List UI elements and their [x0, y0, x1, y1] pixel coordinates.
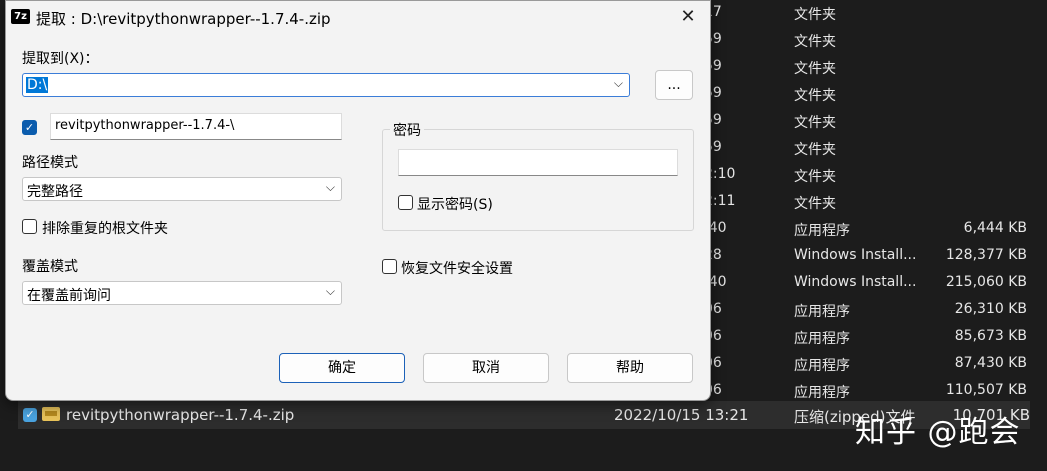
row-checkbox[interactable]: ✓	[23, 408, 37, 422]
chevron-down-icon: ⌵	[325, 180, 335, 194]
list-item-type: 文件夹	[794, 88, 836, 104]
list-item-size: 215,060 KB	[945, 274, 1027, 290]
list-item-size: 110,507 KB	[945, 382, 1027, 398]
list-item-type: 应用程序	[794, 223, 850, 239]
path-mode-select[interactable]: 完整路径 ⌵	[22, 177, 342, 201]
file-date: 2022/10/15 13:21	[614, 406, 749, 424]
chevron-down-icon: ⌵	[613, 76, 623, 90]
list-item-size: 128,377 KB	[945, 247, 1027, 263]
browse-button[interactable]: ...	[655, 70, 693, 100]
7zip-app-icon: 7z	[11, 9, 30, 24]
extract-to-label: 提取到(X)：	[22, 51, 99, 67]
chevron-down-icon: ⌵	[325, 284, 335, 298]
show-password-label: 显示密码(S)	[417, 197, 493, 213]
extract-to-combo[interactable]: D:\ ⌵	[22, 73, 630, 97]
overwrite-mode-select[interactable]: 在覆盖前询问 ⌵	[22, 281, 342, 305]
list-item-type: 文件夹	[794, 34, 836, 50]
cancel-button[interactable]: 取消	[423, 353, 549, 383]
extract-dialog: 7z 提取 : D:\revitpythonwrapper--1.7.4-.zi…	[5, 0, 711, 401]
list-item-type: 文件夹	[794, 169, 836, 185]
list-item-type: 应用程序	[794, 358, 850, 374]
path-mode-value: 完整路径	[27, 184, 83, 200]
folder-name-value: revitpythonwrapper--1.7.4-\	[55, 118, 235, 133]
list-item-type: Windows Install...	[794, 274, 917, 290]
folder-name-input[interactable]: revitpythonwrapper--1.7.4-\	[50, 113, 342, 140]
ok-button[interactable]: 确定	[279, 353, 405, 383]
exclude-root-label: 排除重复的根文件夹	[42, 221, 168, 237]
exclude-root-checkbox[interactable]	[22, 219, 37, 234]
list-item-type: 文件夹	[794, 196, 836, 212]
close-icon[interactable]: ✕	[666, 1, 710, 33]
password-group	[382, 129, 694, 231]
overwrite-mode-label: 覆盖模式	[22, 259, 78, 275]
list-item-type: 应用程序	[794, 304, 850, 320]
list-item-size: 6,444 KB	[963, 220, 1027, 236]
list-item-type: 文件夹	[794, 61, 836, 77]
list-item-type: Windows Install...	[794, 247, 917, 263]
help-button[interactable]: 帮助	[567, 353, 693, 383]
restore-security-checkbox[interactable]	[382, 259, 397, 274]
list-item-type: 应用程序	[794, 385, 850, 401]
list-item-size: 85,673 KB	[954, 328, 1027, 344]
folder-name-checkbox[interactable]: ✓	[22, 120, 37, 135]
extract-to-value: D:\	[26, 77, 49, 93]
restore-security-label: 恢复文件安全设置	[401, 261, 513, 277]
dialog-title: 提取 : D:\revitpythonwrapper--1.7.4-.zip	[36, 10, 331, 28]
list-item-type: 文件夹	[794, 142, 836, 158]
path-mode-label: 路径模式	[22, 155, 78, 171]
overwrite-mode-value: 在覆盖前询问	[27, 288, 111, 304]
password-group-label: 密码	[390, 120, 424, 140]
zip-file-icon	[42, 407, 60, 421]
list-item-type: 应用程序	[794, 331, 850, 347]
watermark: 知乎 @跑会	[855, 415, 1021, 450]
password-input[interactable]	[398, 149, 678, 176]
list-item-type: 文件夹	[794, 7, 836, 23]
list-item-size: 26,310 KB	[954, 301, 1027, 317]
show-password-checkbox[interactable]	[398, 195, 413, 210]
list-item-size: 87,430 KB	[954, 355, 1027, 371]
file-name: revitpythonwrapper--1.7.4-.zip	[66, 406, 295, 424]
title-bar[interactable]: 7z 提取 : D:\revitpythonwrapper--1.7.4-.zi…	[6, 1, 710, 33]
list-item-type: 文件夹	[794, 115, 836, 131]
